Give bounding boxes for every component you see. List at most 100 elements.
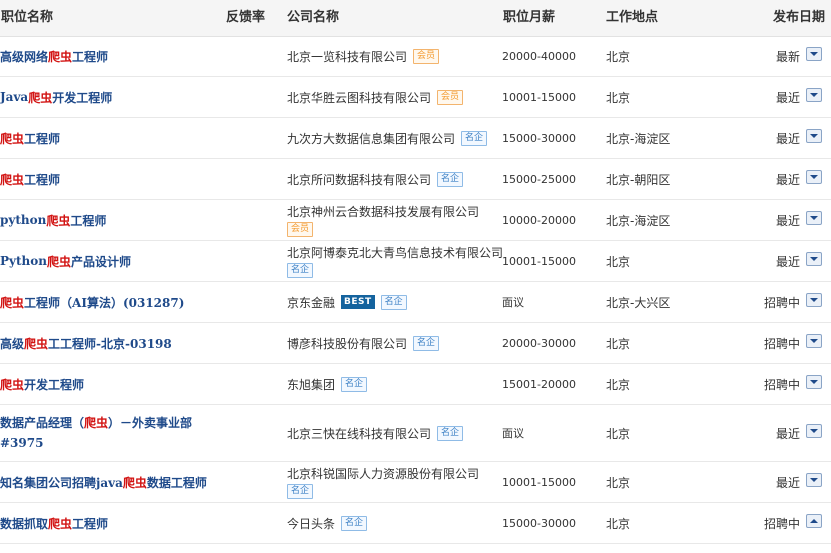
location-value: 北京	[606, 475, 631, 490]
job-title-link[interactable]: Java 爬虫 开发工程师	[0, 77, 222, 117]
table-row: 数据抓取 爬虫 工程师 今日头条 名企 15000-30000 北京 招聘中	[0, 503, 831, 544]
job-title-keyword: 爬虫	[122, 475, 147, 490]
header-feedback-rate: 反馈率	[226, 10, 266, 25]
job-title-keyword: 爬虫	[46, 213, 71, 228]
company-name-link[interactable]: 北京华胜云图科技有限公司	[287, 89, 431, 106]
job-title-link[interactable]: 爬虫 工程师	[0, 159, 222, 199]
expand-toggle-button[interactable]	[806, 252, 822, 266]
company-name-link[interactable]: 京东金融	[287, 294, 335, 311]
company-name-link[interactable]: 北京神州云合数据科技发展有限公司	[287, 203, 479, 220]
salary-value: 10001-15000	[502, 475, 576, 489]
company-cell: 北京华胜云图科技有限公司 会员	[287, 77, 502, 117]
publish-date-value: 最近	[775, 213, 800, 228]
expand-toggle-button[interactable]	[806, 170, 822, 184]
expand-toggle-button[interactable]	[806, 334, 822, 348]
company-cell: 北京阿博泰克北大青鸟信息技术有限公司 名企	[287, 241, 503, 281]
famous-company-badge: 名企	[287, 484, 314, 499]
chevron-down-icon	[810, 257, 818, 261]
famous-company-badge: 名企	[287, 263, 314, 278]
chevron-down-icon	[810, 216, 818, 220]
publish-date-value: 招聘中	[763, 516, 800, 531]
publish-date-value: 招聘中	[763, 377, 800, 392]
job-title-link[interactable]: 知名集团公司招聘java 爬虫 数据工程师	[0, 462, 222, 502]
company-name-link[interactable]: 北京三快在线科技有限公司	[287, 425, 431, 442]
job-title-text: 开发工程师	[24, 377, 85, 392]
job-title-link[interactable]: 高级 爬虫 工工程师-北京-03198	[0, 323, 222, 363]
chevron-down-icon	[810, 52, 818, 56]
member-badge: 会员	[413, 48, 440, 64]
company-name-link[interactable]: 九次方大数据信息集团有限公司	[287, 130, 455, 147]
company-name-link[interactable]: 今日头条	[287, 515, 335, 532]
company-cell: 北京神州云合数据科技发展有限公司 会员	[287, 200, 502, 240]
company-name-link[interactable]: 北京阿博泰克北大青鸟信息技术有限公司	[287, 244, 503, 261]
famous-company-badge: 名企	[461, 130, 488, 146]
expand-toggle-button[interactable]	[806, 88, 822, 102]
chevron-down-icon	[810, 134, 818, 138]
header-job-title: 职位名称	[1, 10, 54, 25]
company-cell: 北京科锐国际人力资源股份有限公司 名企	[287, 462, 502, 502]
job-title-text: 知名集团公司招聘java	[0, 475, 123, 490]
job-title-text: 工程师	[72, 49, 109, 64]
publish-date-value: 最近	[775, 172, 800, 187]
job-title-keyword: 爬虫	[24, 336, 49, 351]
expand-toggle-button[interactable]	[806, 211, 822, 225]
company-name-link[interactable]: 北京所问数据科技有限公司	[287, 171, 431, 188]
expand-toggle-button[interactable]	[806, 473, 822, 487]
job-title-text: 工程师	[72, 516, 109, 531]
job-title-keyword: 爬虫	[28, 90, 53, 105]
job-title-text: 工程师（AI算法）(031287)	[24, 295, 185, 310]
table-row: Python 爬虫 产品设计师 北京阿博泰克北大青鸟信息技术有限公司 名企 10001-1…	[0, 241, 831, 282]
table-row: 高级网络 爬虫 工程师 北京一览科技有限公司 会员 20000-40000 北京 最新	[0, 36, 831, 77]
company-cell: 博彦科技股份有限公司 名企	[287, 323, 502, 363]
job-title-text: 产品设计师	[71, 254, 132, 269]
company-cell: 今日头条 名企	[287, 503, 502, 543]
expand-toggle-button[interactable]	[806, 293, 822, 307]
job-title-link[interactable]: 爬虫 工程师	[0, 118, 222, 158]
chevron-down-icon	[810, 298, 818, 302]
expand-toggle-button[interactable]	[806, 375, 822, 389]
job-title-keyword: 爬虫	[47, 254, 72, 269]
expand-toggle-button[interactable]	[806, 424, 822, 438]
table-row: 爬虫 工程师（AI算法）(031287) 京东金融 BEST 名企 面议 北京-大兴区 招聘中	[0, 282, 831, 323]
job-title-text: python	[0, 213, 47, 227]
salary-value: 10000-20000	[502, 213, 576, 227]
company-cell: 九次方大数据信息集团有限公司 名企	[287, 118, 502, 158]
location-value: 北京	[606, 426, 631, 441]
job-title-text: 数据工程师	[146, 475, 207, 490]
expand-toggle-button[interactable]	[806, 129, 822, 143]
expand-toggle-button[interactable]	[806, 514, 822, 528]
job-title-text: 工程师	[70, 213, 107, 228]
job-title-text: 工程师	[24, 131, 61, 146]
chevron-down-icon	[810, 380, 818, 384]
location-value: 北京	[606, 49, 631, 64]
location-value: 北京-大兴区	[606, 295, 671, 310]
job-title-keyword: 爬虫	[84, 416, 109, 430]
company-name-link[interactable]: 北京一览科技有限公司	[287, 48, 407, 65]
company-name-link[interactable]: 博彦科技股份有限公司	[287, 335, 407, 352]
job-title-link[interactable]: 数据抓取 爬虫 工程师	[0, 503, 222, 543]
table-row: 爬虫 工程师 九次方大数据信息集团有限公司 名企 15000-30000 北京-海淀区 最近	[0, 118, 831, 159]
publish-date-value: 最近	[775, 426, 800, 441]
job-title-link[interactable]: 高级网络 爬虫 工程师	[0, 36, 222, 76]
job-title-link[interactable]: Python 爬虫 产品设计师	[0, 241, 222, 281]
table-row: 爬虫 开发工程师 东旭集团 名企 15001-20000 北京 招聘中	[0, 364, 831, 405]
famous-company-badge: 名企	[341, 515, 368, 531]
header-publish-date: 发布日期	[773, 10, 826, 25]
chevron-down-icon	[810, 478, 818, 482]
salary-value: 15000-30000	[502, 131, 576, 145]
famous-company-badge: 名企	[341, 376, 368, 392]
location-value: 北京-朝阳区	[606, 172, 671, 187]
job-title-text: Python	[0, 254, 47, 268]
job-title-link[interactable]: 数据产品经理（爬虫）－外卖事业部#3975	[0, 405, 222, 461]
job-title-link[interactable]: 爬虫 工程师（AI算法）(031287)	[0, 282, 222, 322]
company-cell: 北京三快在线科技有限公司 名企	[287, 405, 502, 461]
company-name-link[interactable]: 东旭集团	[287, 376, 335, 393]
famous-company-badge: 名企	[413, 335, 440, 351]
location-value: 北京	[606, 516, 631, 531]
publish-date-value: 招聘中	[763, 336, 800, 351]
company-name-link[interactable]: 北京科锐国际人力资源股份有限公司	[287, 465, 479, 482]
salary-value: 面议	[502, 427, 524, 440]
expand-toggle-button[interactable]	[806, 47, 822, 61]
job-title-link[interactable]: python 爬虫 工程师	[0, 200, 222, 240]
job-title-link[interactable]: 爬虫 开发工程师	[0, 364, 222, 404]
